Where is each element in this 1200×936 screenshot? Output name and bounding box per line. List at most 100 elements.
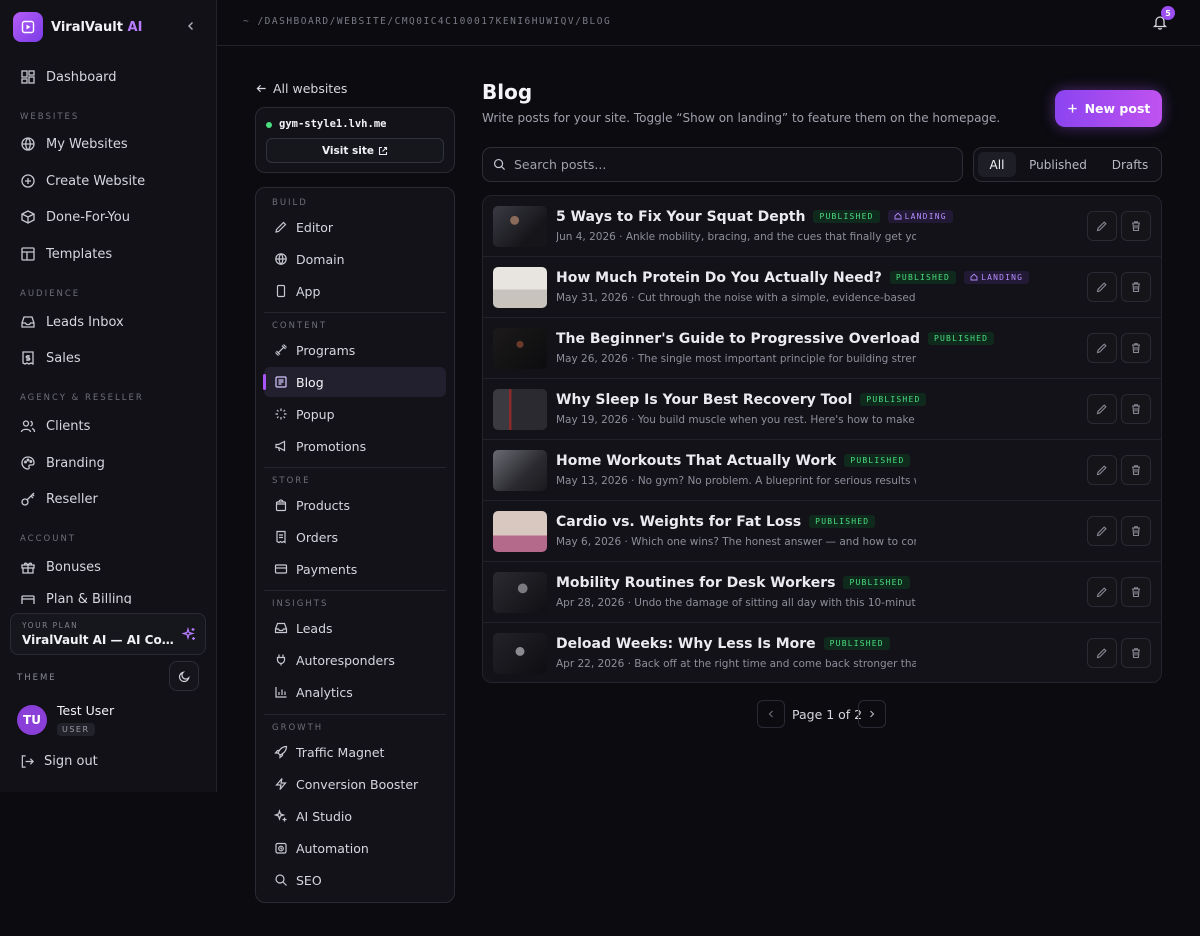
- sidebar-item-branding[interactable]: Branding: [20, 452, 105, 474]
- delete-post-button[interactable]: [1121, 638, 1151, 668]
- filter-drafts[interactable]: Drafts: [1102, 152, 1158, 177]
- menu-item-products[interactable]: Products: [264, 490, 446, 520]
- menu-item-label: Traffic Magnet: [296, 744, 385, 760]
- sidebar-item-create-website[interactable]: Create Website: [20, 170, 145, 192]
- menu-item-analytics[interactable]: Analytics: [264, 677, 446, 707]
- sidebar-item-plan-billing[interactable]: Plan & Billing: [20, 592, 132, 604]
- post-row[interactable]: 5 Ways to Fix Your Squat Depth PUBLISHED L…: [483, 196, 1161, 257]
- landing-badge: LANDING: [887, 210, 953, 223]
- pagination-label: Page 1 of 2: [792, 707, 863, 722]
- menu-item-leads[interactable]: Leads: [264, 613, 446, 643]
- delete-post-button[interactable]: [1121, 272, 1151, 302]
- delete-post-button[interactable]: [1121, 516, 1151, 546]
- menu-item-label: Autoresponders: [296, 652, 395, 668]
- menu-item-payments[interactable]: Payments: [264, 554, 446, 584]
- post-row[interactable]: Deload Weeks: Why Less Is More PUBLISHED …: [483, 623, 1161, 682]
- new-post-button[interactable]: New post: [1055, 90, 1162, 127]
- brand[interactable]: ViralVault AI: [13, 12, 142, 42]
- menu-item-popup[interactable]: Popup: [264, 399, 446, 429]
- lightning-icon: [275, 778, 287, 790]
- post-row[interactable]: Mobility Routines for Desk Workers PUBLIS…: [483, 562, 1161, 623]
- pencil-icon: [1096, 526, 1107, 537]
- menu-item-app[interactable]: App: [264, 276, 446, 306]
- edit-post-button[interactable]: [1087, 455, 1117, 485]
- home-icon: [970, 273, 978, 281]
- sidebar-item-reseller[interactable]: Reseller: [20, 488, 98, 510]
- menu-item-editor[interactable]: Editor: [264, 212, 446, 242]
- menu-item-automation[interactable]: Automation: [264, 833, 446, 863]
- menu-item-domain[interactable]: Domain: [264, 244, 446, 274]
- menu-item-orders[interactable]: Orders: [264, 522, 446, 552]
- edit-post-button[interactable]: [1087, 516, 1117, 546]
- sidebar-item-sales[interactable]: Sales: [20, 347, 81, 369]
- edit-post-button[interactable]: [1087, 333, 1117, 363]
- post-title: Why Sleep Is Your Best Recovery Tool PUBL…: [556, 392, 927, 408]
- post-meta: May 13, 2026 · No gym? No problem. A blu…: [556, 475, 916, 487]
- user-role-badge: USER: [57, 723, 95, 736]
- menu-item-autoresponders[interactable]: Autoresponders: [264, 645, 446, 675]
- post-meta: May 31, 2026 · Cut through the noise wit…: [556, 292, 916, 304]
- back-to-websites-link[interactable]: All websites: [256, 81, 347, 96]
- menu-item-ai-studio[interactable]: AI Studio: [264, 801, 446, 831]
- sidebar-item-my-websites[interactable]: My Websites: [20, 133, 128, 155]
- menu-item-programs[interactable]: Programs: [264, 335, 446, 365]
- collapse-sidebar-button[interactable]: [183, 18, 199, 34]
- edit-post-button[interactable]: [1087, 272, 1117, 302]
- filter-published[interactable]: Published: [1020, 152, 1096, 177]
- menu-item-label: Conversion Booster: [296, 776, 419, 792]
- sidebar-item-templates[interactable]: Templates: [20, 243, 112, 265]
- receipt-icon: [22, 351, 34, 366]
- delete-post-button[interactable]: [1121, 455, 1151, 485]
- sidebar-item-clients[interactable]: Clients: [20, 415, 90, 437]
- edit-post-button[interactable]: [1087, 211, 1117, 241]
- delete-post-button[interactable]: [1121, 211, 1151, 241]
- app-sidebar: ViralVault AI Dashboard WEBSITES My Webs…: [0, 0, 217, 792]
- landing-badge: LANDING: [964, 271, 1030, 284]
- post-row[interactable]: Why Sleep Is Your Best Recovery Tool PUBL…: [483, 379, 1161, 440]
- receipt-icon: [276, 530, 286, 544]
- post-title-text: 5 Ways to Fix Your Squat Depth: [556, 209, 806, 225]
- sidebar-section-websites: WEBSITES: [20, 112, 80, 122]
- plan-eyebrow: YOUR PLAN: [22, 621, 79, 630]
- delete-post-button[interactable]: [1121, 394, 1151, 424]
- post-row[interactable]: How Much Protein Do You Actually Need? PU…: [483, 257, 1161, 318]
- post-row[interactable]: The Beginner's Guide to Progressive Over…: [483, 318, 1161, 379]
- edit-post-button[interactable]: [1087, 638, 1117, 668]
- menu-item-seo[interactable]: SEO: [264, 865, 446, 895]
- plan-card[interactable]: YOUR PLAN ViralVault AI — AI Content Eng…: [10, 613, 206, 655]
- sidebar-item-label: Reseller: [46, 491, 98, 507]
- delete-post-button[interactable]: [1121, 577, 1151, 607]
- visit-site-button[interactable]: Visit site: [266, 138, 444, 163]
- sidebar-item-label: Bonuses: [46, 559, 101, 575]
- chevron-left-icon: [188, 22, 193, 30]
- sign-out-button[interactable]: Sign out: [20, 754, 98, 769]
- menu-item-label: Popup: [296, 406, 335, 422]
- search-input[interactable]: [514, 157, 934, 172]
- sidebar-item-done-for-you[interactable]: Done-For-You: [20, 206, 130, 228]
- filter-all[interactable]: All: [978, 152, 1016, 177]
- menu-item-traffic-magnet[interactable]: Traffic Magnet: [264, 737, 446, 767]
- sidebar-item-leads-inbox[interactable]: Leads Inbox: [20, 311, 124, 333]
- search-box: [482, 147, 963, 182]
- edit-post-button[interactable]: [1087, 577, 1117, 607]
- post-meta: May 26, 2026 · The single most important…: [556, 353, 916, 365]
- pagination-prev-button[interactable]: [757, 700, 785, 728]
- post-thumbnail: [493, 511, 547, 552]
- menu-item-conversion-booster[interactable]: Conversion Booster: [264, 769, 446, 799]
- plus-icon: [1067, 104, 1077, 113]
- menu-item-label: Leads: [296, 620, 333, 636]
- notification-count-badge: 5: [1161, 6, 1175, 20]
- published-badge: PUBLISHED: [809, 515, 876, 528]
- pagination-next-button[interactable]: [858, 700, 886, 728]
- theme-toggle-button[interactable]: [169, 661, 199, 691]
- delete-post-button[interactable]: [1121, 333, 1151, 363]
- avatar[interactable]: TU: [17, 705, 47, 735]
- menu-item-promotions[interactable]: Promotions: [264, 431, 446, 461]
- sidebar-item-dashboard[interactable]: Dashboard: [20, 66, 117, 88]
- sidebar-item-bonuses[interactable]: Bonuses: [20, 556, 101, 578]
- menu-item-blog[interactable]: Blog: [263, 367, 446, 397]
- post-row[interactable]: Cardio vs. Weights for Fat Loss PUBLISHED…: [483, 501, 1161, 562]
- post-row[interactable]: Home Workouts That Actually Work PUBLISHE…: [483, 440, 1161, 501]
- edit-post-button[interactable]: [1087, 394, 1117, 424]
- trash-icon: [1132, 587, 1140, 598]
